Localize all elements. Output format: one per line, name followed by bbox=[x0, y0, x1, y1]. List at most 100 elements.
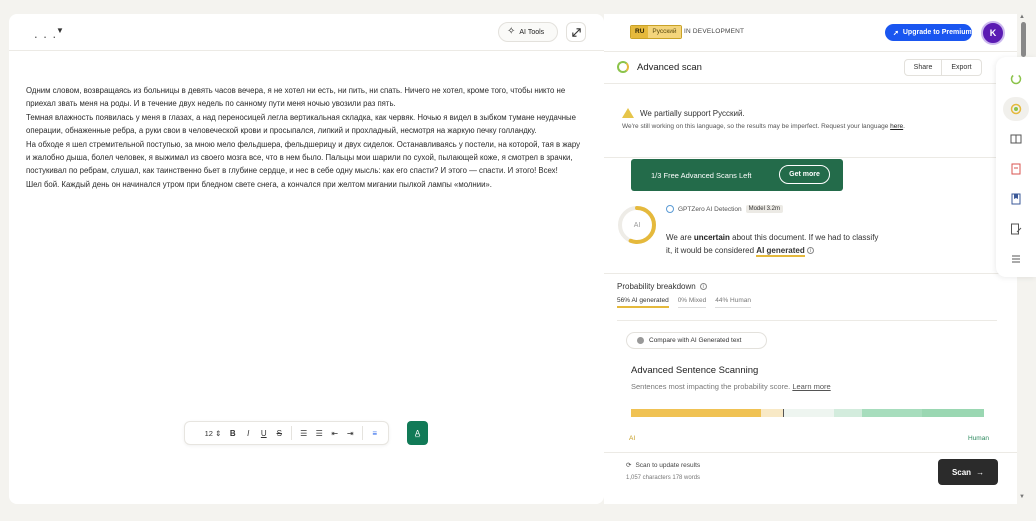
verdict-result: AI generated bbox=[756, 246, 805, 257]
request-language-link[interactable]: here bbox=[890, 123, 903, 130]
scan-update-note: ⟳ Scan to update results bbox=[626, 461, 701, 470]
align-justify-icon[interactable]: ≡ bbox=[367, 429, 383, 438]
get-more-button[interactable]: Get more bbox=[779, 165, 830, 184]
arrow-right-icon: → bbox=[976, 467, 985, 477]
advanced-scanning-title: Advanced Sentence Scanning bbox=[631, 365, 759, 376]
paragraph: Шел бой. Каждый день он начинался утром … bbox=[26, 179, 492, 189]
language-code: RU bbox=[631, 26, 649, 38]
strikethrough-button[interactable]: S bbox=[272, 429, 288, 438]
panel-header: RU Русский IN DEVELOPMENT ➚ Upgrade to P… bbox=[604, 14, 1017, 52]
upgrade-button[interactable]: ➚ Upgrade to Premium bbox=[885, 24, 972, 41]
editor-pane: . . . ▼ ✧ AI Tools Одним словом, возвращ… bbox=[9, 14, 604, 504]
advanced-scanning-subtitle: Sentences most impacting the probability… bbox=[631, 382, 831, 391]
scan-panel: RU Русский IN DEVELOPMENT ➚ Upgrade to P… bbox=[604, 14, 1017, 504]
divider bbox=[604, 452, 1017, 453]
scan-loop-icon[interactable] bbox=[1010, 73, 1022, 85]
warning-subtitle-text: We're still working on this language, so… bbox=[622, 123, 889, 130]
detector-logo-icon bbox=[666, 205, 674, 213]
outdent-icon[interactable]: ⇤ bbox=[327, 429, 343, 438]
tab-ai-generated[interactable]: 56% AI generated bbox=[617, 297, 669, 308]
expand-icon bbox=[571, 27, 581, 37]
scan-header: Advanced scan Share Export bbox=[604, 52, 1017, 84]
warning-row: We partially support Русский. bbox=[622, 108, 745, 118]
ai-tools-button[interactable]: ✧ AI Tools bbox=[498, 22, 558, 42]
bar-segment-human-mid bbox=[862, 409, 922, 417]
header-actions: Share Export bbox=[904, 59, 982, 76]
bar-segment-neutral bbox=[784, 409, 834, 417]
bar-segment-ai-strong bbox=[631, 409, 761, 417]
ring-label: AI bbox=[633, 221, 641, 229]
bar-segment-human-strong bbox=[922, 409, 984, 417]
info-icon[interactable]: i bbox=[807, 247, 814, 255]
underline-button[interactable]: U bbox=[256, 429, 272, 438]
learn-more-link[interactable]: Learn more bbox=[792, 382, 830, 391]
in-development-label: IN DEVELOPMENT bbox=[684, 28, 745, 35]
bold-button[interactable]: B bbox=[225, 429, 241, 438]
spellcheck-icon: A̲ bbox=[414, 428, 421, 438]
bar-segment-human-light bbox=[834, 409, 862, 417]
bar-left-label: AI bbox=[629, 435, 636, 442]
bookmark-icon[interactable] bbox=[1010, 193, 1022, 205]
paragraph: Темная влажность появилась у меня в глаз… bbox=[26, 112, 576, 136]
document-counts: 1,057 characters 178 words bbox=[626, 475, 701, 481]
bulleted-list-icon[interactable]: ☰ bbox=[312, 429, 328, 438]
language-name: Русский bbox=[648, 26, 681, 38]
share-button[interactable]: Share bbox=[904, 59, 942, 76]
probability-breakdown-title: Probability breakdown i bbox=[617, 282, 707, 291]
warning-icon bbox=[622, 108, 634, 118]
tab-mixed[interactable]: 0% Mixed bbox=[677, 297, 707, 308]
indent-icon[interactable]: ⇥ bbox=[343, 429, 359, 438]
document-check-icon[interactable] bbox=[1010, 163, 1022, 175]
spellcheck-button[interactable]: A̲ bbox=[407, 421, 428, 445]
warning-title: We partially support Русский. bbox=[640, 108, 745, 118]
scroll-down-arrow[interactable]: ▼ bbox=[1019, 494, 1025, 500]
scan-button[interactable]: Scan → bbox=[938, 459, 998, 485]
italic-button[interactable]: I bbox=[241, 429, 257, 438]
divider bbox=[604, 157, 1017, 158]
info-icon[interactable]: i bbox=[699, 283, 707, 290]
font-size-select[interactable]: 12 ⇕ bbox=[201, 429, 225, 438]
ai-tools-label: AI Tools bbox=[519, 28, 545, 36]
edit-document-icon[interactable] bbox=[1010, 223, 1022, 235]
chevron-down-icon[interactable]: ▼ bbox=[56, 26, 64, 35]
avatar[interactable]: K bbox=[981, 21, 1005, 45]
compare-label: Compare with AI Generated text bbox=[649, 337, 742, 344]
scroll-up-arrow[interactable]: ▲ bbox=[1019, 14, 1025, 20]
document-title[interactable]: . . . bbox=[34, 26, 57, 41]
verdict-prefix: We are bbox=[666, 233, 692, 242]
export-button[interactable]: Export bbox=[942, 59, 982, 76]
free-scans-text: 1/3 Free Advanced Scans Left bbox=[651, 170, 752, 180]
bar-right-label: Human bbox=[968, 435, 989, 442]
expand-button[interactable] bbox=[566, 22, 586, 42]
compare-icon bbox=[637, 337, 644, 344]
scrollbar-thumb[interactable] bbox=[1021, 22, 1026, 57]
numbered-list-icon[interactable]: ☰ bbox=[296, 429, 312, 438]
divider bbox=[604, 273, 1017, 274]
tool-rail bbox=[996, 57, 1036, 277]
advanced-subtitle-text: Sentences most impacting the probability… bbox=[631, 382, 791, 391]
scan-label: Scan bbox=[951, 467, 972, 477]
probability-title-text: Probability breakdown bbox=[617, 282, 696, 291]
probability-tabs: 56% AI generated 0% Mixed 44% Human bbox=[617, 297, 752, 308]
free-scans-banner: 1/3 Free Advanced Scans Left Get more bbox=[631, 159, 843, 191]
scan-update-text: Scan to update results bbox=[635, 461, 701, 469]
divider bbox=[617, 320, 997, 321]
verdict-uncertain: uncertain bbox=[693, 233, 730, 242]
warning-subtitle: We're still working on this language, so… bbox=[622, 123, 905, 130]
scan-title: Advanced scan bbox=[637, 62, 702, 73]
document-body[interactable]: Одним словом, возвращаясь из больницы в … bbox=[26, 84, 586, 191]
list-document-icon[interactable] bbox=[1010, 253, 1022, 265]
paragraph: Одним словом, возвращаясь из больницы в … bbox=[26, 86, 566, 109]
refresh-icon: ⟳ bbox=[626, 462, 632, 469]
compare-button[interactable]: Compare with AI Generated text bbox=[626, 332, 767, 349]
book-icon[interactable] bbox=[1010, 133, 1022, 145]
language-badge[interactable]: RU Русский bbox=[630, 25, 682, 39]
model-badge: Model 3.2m bbox=[745, 205, 783, 213]
tab-human[interactable]: 44% Human bbox=[715, 297, 752, 308]
sparkle-icon: ✧ bbox=[507, 26, 516, 37]
detector-row: GPTZero AI Detection Model 3.2m bbox=[666, 205, 783, 213]
bar-segment-ai-light bbox=[761, 409, 783, 417]
paragraph: На обходе я шел стремительной поступью, … bbox=[26, 139, 581, 176]
ai-scan-icon[interactable] bbox=[1010, 103, 1022, 115]
sentence-distribution-bar bbox=[631, 409, 984, 417]
